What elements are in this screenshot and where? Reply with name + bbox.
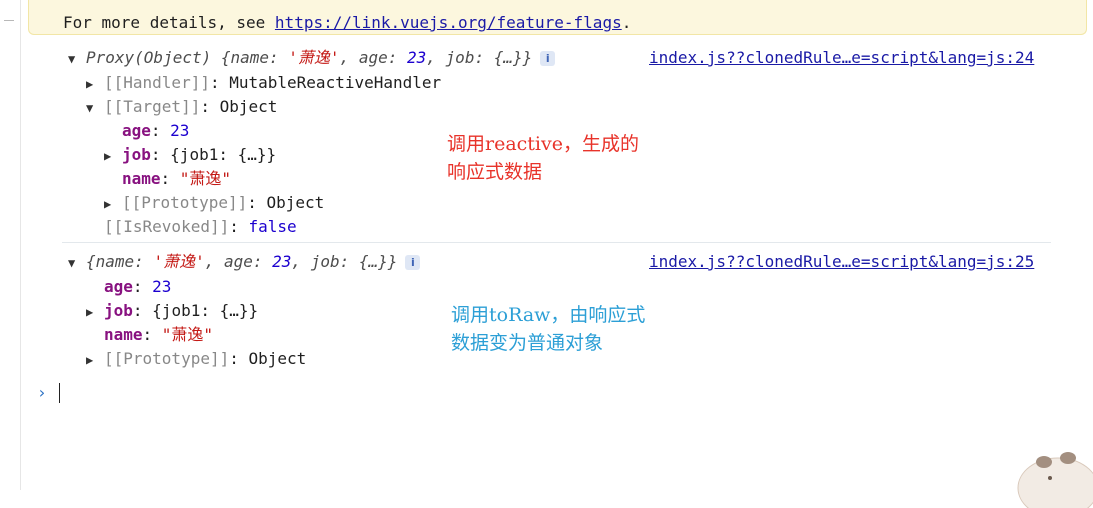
cartoon-decoration-icon xyxy=(1017,452,1093,508)
entry2-key-age: age xyxy=(223,252,253,271)
target-value: Object xyxy=(219,97,278,116)
prop-value: "萧逸" xyxy=(179,169,232,188)
entry1-prop-name: name: "萧逸" xyxy=(122,169,232,188)
prototype-label: [[Prototype]] xyxy=(122,193,248,212)
entry1-revoked-row: [[IsRevoked]]: false xyxy=(104,217,297,236)
entry1-key-age: age xyxy=(358,48,388,67)
triangle-down-icon[interactable]: ▼ xyxy=(86,98,96,118)
warning-text: For more details, see https://link.vuejs… xyxy=(63,13,631,32)
annotation-line: 响应式数据 xyxy=(447,161,543,183)
entry1-val-age: 23 xyxy=(407,48,427,67)
prototype-label: [[Prototype]] xyxy=(104,349,230,368)
annotation-reactive: 调用reactive，生成的 响应式数据 xyxy=(447,130,639,186)
prop-value: "萧逸" xyxy=(161,325,214,344)
revoked-label: [[IsRevoked]] xyxy=(104,217,230,236)
entry1-val-name: '萧逸' xyxy=(288,48,340,67)
prop-key: age xyxy=(104,277,133,296)
gutter-tick xyxy=(4,20,14,21)
entry2-open: { xyxy=(86,252,96,271)
prop-key: job xyxy=(104,301,133,320)
entry1-key-name: name xyxy=(230,48,270,67)
left-gutter xyxy=(0,0,21,490)
entry1-prototype-row[interactable]: ▶ [[Prototype]]: Object xyxy=(104,193,324,213)
entry2-val-name: '萧逸' xyxy=(153,252,205,271)
triangle-right-icon[interactable]: ▶ xyxy=(104,146,114,166)
handler-value: MutableReactiveHandler xyxy=(229,73,442,92)
info-icon[interactable]: i xyxy=(540,51,556,66)
entry2-val-job: {…} xyxy=(358,252,388,271)
triangle-right-icon[interactable]: ▶ xyxy=(86,74,96,94)
triangle-down-icon[interactable]: ▼ xyxy=(68,49,78,69)
entry2-prop-name: name: "萧逸" xyxy=(104,325,214,344)
entry1-type: Proxy(Object) { xyxy=(86,48,231,67)
entry2-close: } xyxy=(387,252,398,271)
annotation-line: 数据变为普通对象 xyxy=(451,332,604,354)
entry2-source-link[interactable]: index.js??clonedRule…e=script&lang=js:25 xyxy=(649,252,1034,272)
entry2-prop-age: age: 23 xyxy=(104,277,172,296)
entry1-prop-age: age: 23 xyxy=(122,121,190,140)
triangle-right-icon[interactable]: ▶ xyxy=(86,302,96,322)
console-input-caret[interactable] xyxy=(59,383,60,403)
prop-value: {job1: {…}} xyxy=(152,301,259,320)
entry1-close: } xyxy=(522,48,533,67)
entry1-val-job: {…} xyxy=(493,48,523,67)
entry1-target-row[interactable]: ▼ [[Target]]: Object xyxy=(86,97,277,117)
prototype-value: Object xyxy=(266,193,325,212)
prop-value: {job1: {…}} xyxy=(170,145,277,164)
handler-label: [[Handler]] xyxy=(104,73,210,92)
entry-separator xyxy=(62,242,1051,243)
info-icon[interactable]: i xyxy=(405,255,421,270)
prop-value: 23 xyxy=(152,277,172,296)
prop-key: name xyxy=(122,169,161,188)
entry1-summary[interactable]: ▼ Proxy(Object) {name: '萧逸', age: 23, job… xyxy=(68,48,556,69)
entry1-prop-job[interactable]: ▶ job: {job1: {…}} xyxy=(104,145,276,165)
entry2-prototype-row[interactable]: ▶ [[Prototype]]: Object xyxy=(86,349,306,369)
entry1-source-link[interactable]: index.js??clonedRule…e=script&lang=js:24 xyxy=(649,48,1034,68)
entry1-key-job: job xyxy=(445,48,475,67)
warning-suffix: . xyxy=(621,13,632,32)
feature-flags-link[interactable]: https://link.vuejs.org/feature-flags xyxy=(275,13,622,32)
annotation-toraw: 调用toRaw，由响应式 数据变为普通对象 xyxy=(451,301,645,357)
entry2-prop-job[interactable]: ▶ job: {job1: {…}} xyxy=(86,301,258,321)
chevron-right-icon: › xyxy=(37,383,47,402)
triangle-right-icon[interactable]: ▶ xyxy=(104,194,114,214)
prop-key: job xyxy=(122,145,151,164)
entry2-summary[interactable]: ▼ {name: '萧逸', age: 23, job: {…}} i xyxy=(68,252,421,273)
entry2-val-age: 23 xyxy=(272,252,292,271)
warning-banner: For more details, see https://link.vuejs… xyxy=(28,0,1087,35)
annotation-line: 调用toRaw，由响应式 xyxy=(451,304,646,326)
triangle-down-icon[interactable]: ▼ xyxy=(68,253,78,273)
prop-value: 23 xyxy=(170,121,190,140)
prototype-value: Object xyxy=(248,349,307,368)
triangle-right-icon[interactable]: ▶ xyxy=(86,350,96,370)
revoked-value: false xyxy=(248,217,297,236)
annotation-line: 调用reactive，生成的 xyxy=(447,133,639,155)
prop-key: age xyxy=(122,121,151,140)
prop-key: name xyxy=(104,325,143,344)
entry1-handler-row[interactable]: ▶ [[Handler]]: MutableReactiveHandler xyxy=(86,73,441,93)
target-label: [[Target]] xyxy=(104,97,201,116)
entry2-key-job: job xyxy=(310,252,340,271)
entry2-key-name: name xyxy=(95,252,135,271)
warning-prefix: For more details, see xyxy=(63,13,275,32)
